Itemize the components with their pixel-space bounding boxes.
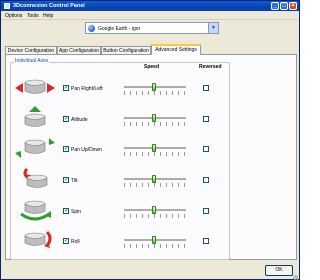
speed-slider-ticks <box>124 152 186 156</box>
maximize-button[interactable]: □ <box>280 2 288 10</box>
menu-options[interactable]: Options <box>5 13 22 19</box>
speed-slider-ticks <box>124 183 186 187</box>
axis-row-tilt: Tilt <box>6 166 298 196</box>
reversed-checkbox[interactable] <box>203 238 209 244</box>
pan-right-left-icon <box>15 79 55 94</box>
reversed-checkbox[interactable] <box>203 85 209 91</box>
axis-label: Pan Up/Down <box>71 147 102 153</box>
reversed-checkbox[interactable] <box>203 116 209 122</box>
reversed-checkbox[interactable] <box>203 177 209 183</box>
axis-enable-checkbox[interactable] <box>63 237 69 244</box>
reversed-checkbox[interactable] <box>203 208 209 214</box>
speed-slider-thumb[interactable] <box>152 206 156 214</box>
altitude-icon <box>24 106 46 127</box>
axis-label: Pan Right/Left <box>71 86 103 92</box>
speed-slider-thumb[interactable] <box>152 144 156 152</box>
application-select-value: Google Earth - igor <box>98 26 141 32</box>
speed-slider-thumb[interactable] <box>152 236 156 244</box>
axis-label: Tilt <box>71 178 78 184</box>
speed-slider-thumb[interactable] <box>152 83 156 91</box>
minimize-button[interactable]: _ <box>271 2 279 10</box>
reversed-column-header: Reversed <box>199 64 222 70</box>
axis-row-spin: Spin <box>6 197 298 227</box>
axis-row-pan-right-left: Pan Right/Left <box>6 74 298 104</box>
spin-icon <box>20 200 51 221</box>
speed-slider-thumb[interactable] <box>152 175 156 183</box>
axis-row-altitude: Altitude <box>6 105 298 135</box>
control-panel-window: 3Dconnexion Control Panel _ □ × Options … <box>0 0 300 280</box>
axis-enable-checkbox[interactable] <box>63 115 69 122</box>
axis-enable-checkbox[interactable] <box>63 145 69 152</box>
roll-icon <box>24 230 52 248</box>
ok-button[interactable]: OK <box>265 265 293 276</box>
tab-advanced-settings[interactable]: Advanced Settings <box>151 44 201 55</box>
resize-grip-icon[interactable] <box>293 275 298 280</box>
close-button[interactable]: × <box>289 2 297 10</box>
speed-slider-ticks <box>124 244 186 248</box>
speed-slider-ticks <box>124 122 186 126</box>
title-bar[interactable]: 3Dconnexion Control Panel _ □ × <box>1 1 299 11</box>
chevron-down-icon[interactable]: ▼ <box>208 23 218 33</box>
menu-bar: Options Tools Help <box>1 11 299 20</box>
axis-label: Roll <box>71 239 80 245</box>
speed-slider-ticks <box>124 214 186 218</box>
axis-label: Altitude <box>71 117 88 123</box>
axis-row-roll: Roll <box>6 227 298 257</box>
axis-row-pan-up-down: Pan Up/Down <box>6 135 298 165</box>
speed-slider-thumb[interactable] <box>152 114 156 122</box>
menu-help[interactable]: Help <box>43 13 53 19</box>
group-title: Individual Axes <box>14 58 50 64</box>
pan-up-down-icon <box>15 138 55 158</box>
axis-enable-checkbox[interactable] <box>63 207 69 214</box>
google-earth-icon <box>88 25 95 32</box>
axis-enable-checkbox[interactable] <box>63 84 69 91</box>
speed-column-header: Speed <box>144 64 160 70</box>
window-title: 3Dconnexion Control Panel <box>13 3 85 9</box>
menu-tools[interactable]: Tools <box>27 13 39 19</box>
speed-slider-ticks <box>124 91 186 95</box>
reversed-checkbox[interactable] <box>203 146 209 152</box>
tilt-icon <box>23 167 48 188</box>
axis-enable-checkbox[interactable] <box>63 176 69 183</box>
axis-label: Spin <box>71 209 82 215</box>
advanced-settings-panel: Individual Axes Speed Reversed Pan Right… <box>5 54 297 260</box>
application-select[interactable]: Google Earth - igor ▼ <box>85 22 219 34</box>
app-window-icon <box>4 3 10 9</box>
